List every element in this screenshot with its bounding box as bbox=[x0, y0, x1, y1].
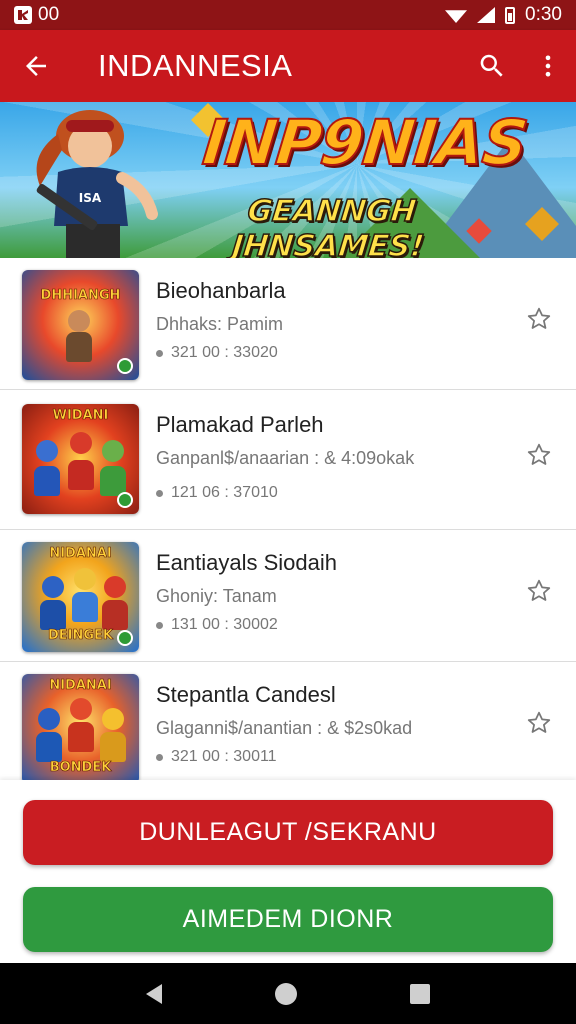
secondary-action-button[interactable]: AIMEDEM DIONR bbox=[23, 887, 553, 952]
thumbnail-caption: NIDANAI bbox=[49, 678, 112, 694]
list-item[interactable]: WIDANI Plamakad Parleh Ganpanl$/anaarian… bbox=[0, 390, 576, 530]
banner-subtitle: GEANNGH JHNSAMES! bbox=[230, 193, 427, 258]
more-vert-icon bbox=[545, 55, 551, 77]
thumbnail-figure bbox=[104, 576, 126, 598]
app-actions bbox=[464, 30, 576, 102]
item-meta: 131 00 : 30002 bbox=[156, 616, 278, 634]
item-meta: 121 06 : 37010 bbox=[156, 484, 278, 502]
thumbnail-figure bbox=[100, 732, 126, 762]
star-outline-icon bbox=[527, 443, 551, 465]
item-thumbnail: NIDANAI BONDEK bbox=[22, 674, 139, 780]
status-left: 00 bbox=[14, 4, 59, 26]
list-item[interactable]: DHHIANGH Bieohanbarla Dhhaks: Pamim 321 … bbox=[0, 258, 576, 390]
thumbnail-caption: NIDANAI bbox=[49, 546, 112, 562]
thumbnail-figure bbox=[72, 592, 98, 622]
meta-dot-icon bbox=[156, 489, 163, 497]
status-time: 0:30 bbox=[525, 4, 562, 25]
status-bar: 00 0:30 bbox=[0, 0, 576, 30]
item-thumbnail: WIDANI bbox=[22, 404, 139, 514]
item-meta-text: 321 00 : 33020 bbox=[171, 344, 278, 361]
thumbnail-figure bbox=[102, 708, 124, 730]
overflow-menu-button[interactable] bbox=[520, 30, 576, 102]
thumbnail-badge bbox=[117, 492, 133, 508]
item-subtitle: Ghoniy: Tanam bbox=[156, 586, 277, 606]
hero-character: ISA bbox=[36, 110, 158, 258]
thumbnail-figure bbox=[34, 466, 60, 496]
item-subtitle: Ganpanl$/anaarian : & 4:09okak bbox=[156, 448, 415, 468]
promo-banner[interactable]: ISA INP9NIAS GEANNGH JHNSAMES! bbox=[0, 102, 576, 258]
thumbnail-figure bbox=[66, 332, 92, 362]
nav-recents-icon[interactable] bbox=[409, 983, 430, 1004]
back-button[interactable] bbox=[0, 30, 72, 102]
thumbnail-figure bbox=[38, 708, 60, 730]
primary-action-button[interactable]: DUNLEAGUT /SEKRANU bbox=[23, 800, 553, 865]
thumbnail-figure bbox=[40, 600, 66, 630]
thumbnail-figure bbox=[36, 732, 62, 762]
item-title: Bieohanbarla bbox=[156, 278, 286, 303]
status-right: 0:30 bbox=[445, 4, 562, 26]
thumbnail-figure bbox=[42, 576, 64, 598]
nav-back-icon[interactable] bbox=[146, 983, 163, 1004]
item-title: Eantiayals Siodaih bbox=[156, 550, 338, 575]
game-list: DHHIANGH Bieohanbarla Dhhaks: Pamim 321 … bbox=[0, 258, 576, 780]
meta-dot-icon bbox=[156, 349, 163, 357]
svg-text:ISA: ISA bbox=[79, 191, 102, 205]
thumbnail-figure bbox=[36, 440, 58, 462]
item-meta: 321 00 : 33020 bbox=[156, 344, 278, 362]
item-meta-text: 121 06 : 37010 bbox=[171, 484, 278, 501]
thumbnail-figure bbox=[68, 310, 90, 332]
item-title: Stepantla Candesl bbox=[156, 682, 336, 707]
thumbnail-figure bbox=[102, 440, 124, 462]
page-title: INDANNESIA bbox=[98, 48, 293, 83]
item-meta: 321 00 : 30011 bbox=[156, 748, 277, 766]
app-notification-icon bbox=[14, 6, 32, 24]
list-item[interactable]: NIDANAI DEINGEK Eantiayals Siodaih Ghoni… bbox=[0, 530, 576, 662]
wifi-icon bbox=[445, 10, 468, 23]
arrow-left-icon bbox=[26, 56, 46, 76]
thumbnail-figure bbox=[68, 722, 94, 752]
thumbnail-figure bbox=[102, 600, 128, 630]
battery-icon bbox=[505, 6, 516, 24]
item-meta-text: 131 00 : 30002 bbox=[171, 616, 278, 633]
search-icon bbox=[480, 54, 503, 77]
item-subtitle: Dhhaks: Pamim bbox=[156, 314, 284, 334]
favorite-button[interactable] bbox=[524, 304, 554, 334]
nav-home-icon[interactable] bbox=[274, 982, 297, 1005]
list-item[interactable]: NIDANAI BONDEK Stepantla Candesl Glagann… bbox=[0, 662, 576, 780]
thumbnail-caption: WIDANI bbox=[52, 408, 109, 424]
app-bar: INDANNESIA bbox=[0, 30, 576, 102]
item-thumbnail: NIDANAI DEINGEK bbox=[22, 542, 139, 652]
thumbnail-bottom-caption: BONDEK bbox=[49, 760, 112, 776]
meta-dot-icon bbox=[156, 753, 163, 761]
system-nav-bar bbox=[0, 963, 576, 1024]
thumbnail-figure bbox=[70, 432, 92, 454]
favorite-button[interactable] bbox=[524, 440, 554, 470]
favorite-button[interactable] bbox=[524, 576, 554, 606]
meta-dot-icon bbox=[156, 621, 163, 629]
thumbnail-figure bbox=[70, 698, 92, 720]
banner-title: INP9NIAS bbox=[199, 105, 532, 180]
thumbnail-figure bbox=[74, 568, 96, 590]
star-outline-icon bbox=[527, 711, 551, 733]
thumbnail-badge bbox=[117, 630, 133, 646]
item-meta-text: 321 00 : 30011 bbox=[171, 748, 277, 765]
thumbnail-figure bbox=[68, 460, 94, 490]
thumbnail-badge bbox=[117, 358, 133, 374]
thumbnail-caption: DHHIANGH bbox=[40, 288, 121, 304]
status-left-text: 00 bbox=[38, 4, 60, 25]
item-title: Plamakad Parleh bbox=[156, 412, 324, 437]
search-button[interactable] bbox=[464, 30, 520, 102]
signal-icon bbox=[477, 7, 496, 23]
star-outline-icon bbox=[527, 307, 551, 329]
star-outline-icon bbox=[527, 579, 551, 601]
item-thumbnail: DHHIANGH bbox=[22, 270, 139, 380]
action-button-area: DUNLEAGUT /SEKRANU AIMEDEM DIONR bbox=[0, 780, 576, 963]
item-subtitle: Glaganni$/anantian : & $2s0kad bbox=[156, 718, 413, 738]
favorite-button[interactable] bbox=[524, 708, 554, 738]
